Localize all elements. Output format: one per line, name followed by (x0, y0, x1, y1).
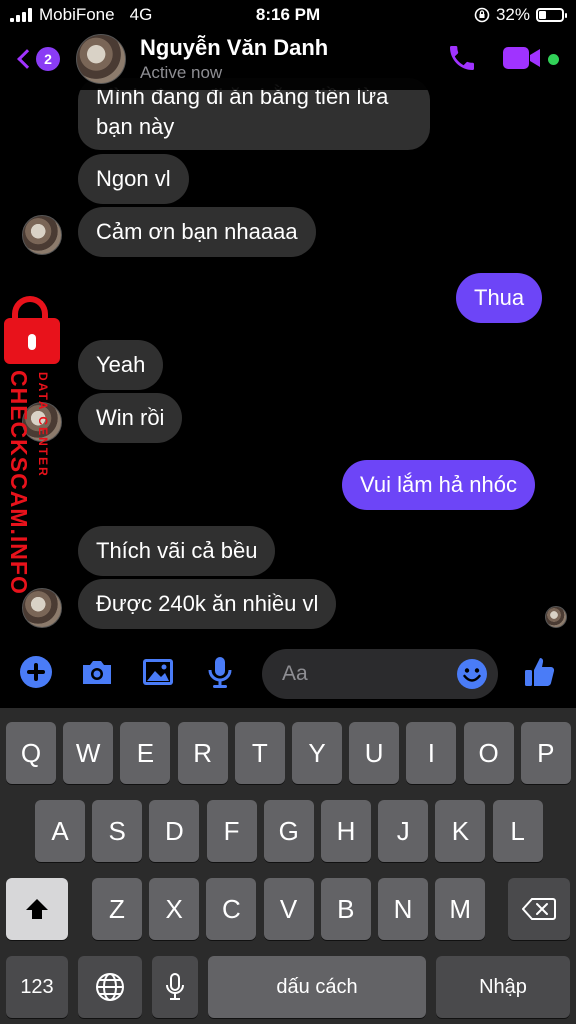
globe-icon (96, 973, 124, 1001)
contact-status: Active now (140, 63, 223, 82)
emoji-icon[interactable] (456, 658, 488, 690)
key-g[interactable]: G (263, 800, 314, 862)
camera-icon[interactable] (79, 654, 115, 690)
message-bubble-received[interactable]: Yeah (78, 340, 164, 390)
message-bubble-received[interactable]: Win rồi (78, 393, 183, 443)
microphone-icon (166, 973, 184, 1000)
message-bubble-sent[interactable]: Thua (456, 273, 543, 323)
key-o[interactable]: O (463, 722, 514, 784)
plus-icon[interactable] (18, 654, 54, 690)
watermark: CHECKSCAM.INFO DATA CENTER (2, 296, 62, 595)
contact-avatar[interactable] (76, 34, 126, 84)
key-j[interactable]: J (378, 800, 429, 862)
message-bubble-received[interactable]: Cảm ơn bạn nhaaaa (78, 207, 316, 257)
key-f[interactable]: F (206, 800, 257, 862)
key-s[interactable]: S (92, 800, 143, 862)
key-h[interactable]: H (321, 800, 371, 862)
keyboard: 123 dấu cách Nhập QWERTYUIOP ASDFGHJKL ZXC… (0, 708, 576, 1024)
key-z[interactable]: Z (92, 878, 142, 940)
seen-receipt-avatar (545, 606, 567, 628)
key-k[interactable]: K (435, 800, 486, 862)
key-r[interactable]: R (177, 722, 228, 784)
key-p[interactable]: P (520, 722, 571, 784)
back-button[interactable]: 2 (14, 40, 64, 78)
key-d[interactable]: D (149, 800, 200, 862)
backspace-icon (522, 898, 556, 920)
shift-key[interactable] (6, 878, 68, 940)
shift-arrow-icon (26, 899, 48, 919)
key-e[interactable]: E (120, 722, 171, 784)
video-camera-icon[interactable] (502, 44, 542, 72)
key-b[interactable]: B (320, 878, 371, 940)
image-icon[interactable] (140, 654, 176, 690)
thumbs-up-icon[interactable] (522, 654, 558, 690)
message-bubble-received[interactable]: Thích vãi cả bều (78, 526, 276, 576)
message-bubble-sent[interactable]: Vui lắm hả nhóc (342, 460, 535, 510)
message-bubble-received[interactable]: Ngon vl (78, 154, 189, 204)
key-m[interactable]: M (435, 878, 486, 940)
message-bubble-received[interactable]: Được 240k ăn nhiều vl (78, 579, 337, 629)
key-q[interactable]: Q (6, 722, 56, 784)
key-x[interactable]: X (149, 878, 200, 940)
message-list[interactable]: Mình đang đi ăn bằng tiền lừa bạn này Ng… (0, 0, 576, 640)
watermark-lock-icon (4, 318, 60, 364)
chat-header: 2 Nguyễn Văn Danh Active now (0, 30, 576, 90)
microphone-icon[interactable] (202, 654, 238, 690)
back-chevron-icon (17, 49, 37, 69)
key-a[interactable]: A (35, 800, 85, 862)
phone-icon[interactable] (446, 42, 478, 74)
watermark-subtext: DATA CENTER (36, 372, 50, 478)
key-n[interactable]: N (378, 878, 428, 940)
online-indicator (548, 54, 559, 65)
key-u[interactable]: U (349, 722, 400, 784)
key-y[interactable]: Y (292, 722, 342, 784)
composer-bar (0, 640, 576, 706)
sender-avatar[interactable] (22, 215, 62, 255)
key-w[interactable]: W (63, 722, 114, 784)
key-i[interactable]: I (406, 722, 457, 784)
contact-name[interactable]: Nguyễn Văn Danh (140, 35, 328, 61)
backspace-key[interactable] (508, 878, 570, 940)
return-key[interactable]: Nhập (436, 956, 570, 1018)
key-c[interactable]: C (206, 878, 257, 940)
key-l[interactable]: L (492, 800, 543, 862)
message-input[interactable] (282, 657, 452, 691)
watermark-text: CHECKSCAM.INFO (6, 370, 32, 595)
dictation-key[interactable] (152, 956, 198, 1018)
unread-badge: 2 (36, 47, 60, 71)
globe-key[interactable] (78, 956, 142, 1018)
message-input-container[interactable] (262, 649, 498, 699)
space-key[interactable]: dấu cách (208, 956, 426, 1018)
numbers-key[interactable]: 123 (6, 956, 68, 1018)
key-t[interactable]: T (234, 722, 285, 784)
key-v[interactable]: V (263, 878, 314, 940)
